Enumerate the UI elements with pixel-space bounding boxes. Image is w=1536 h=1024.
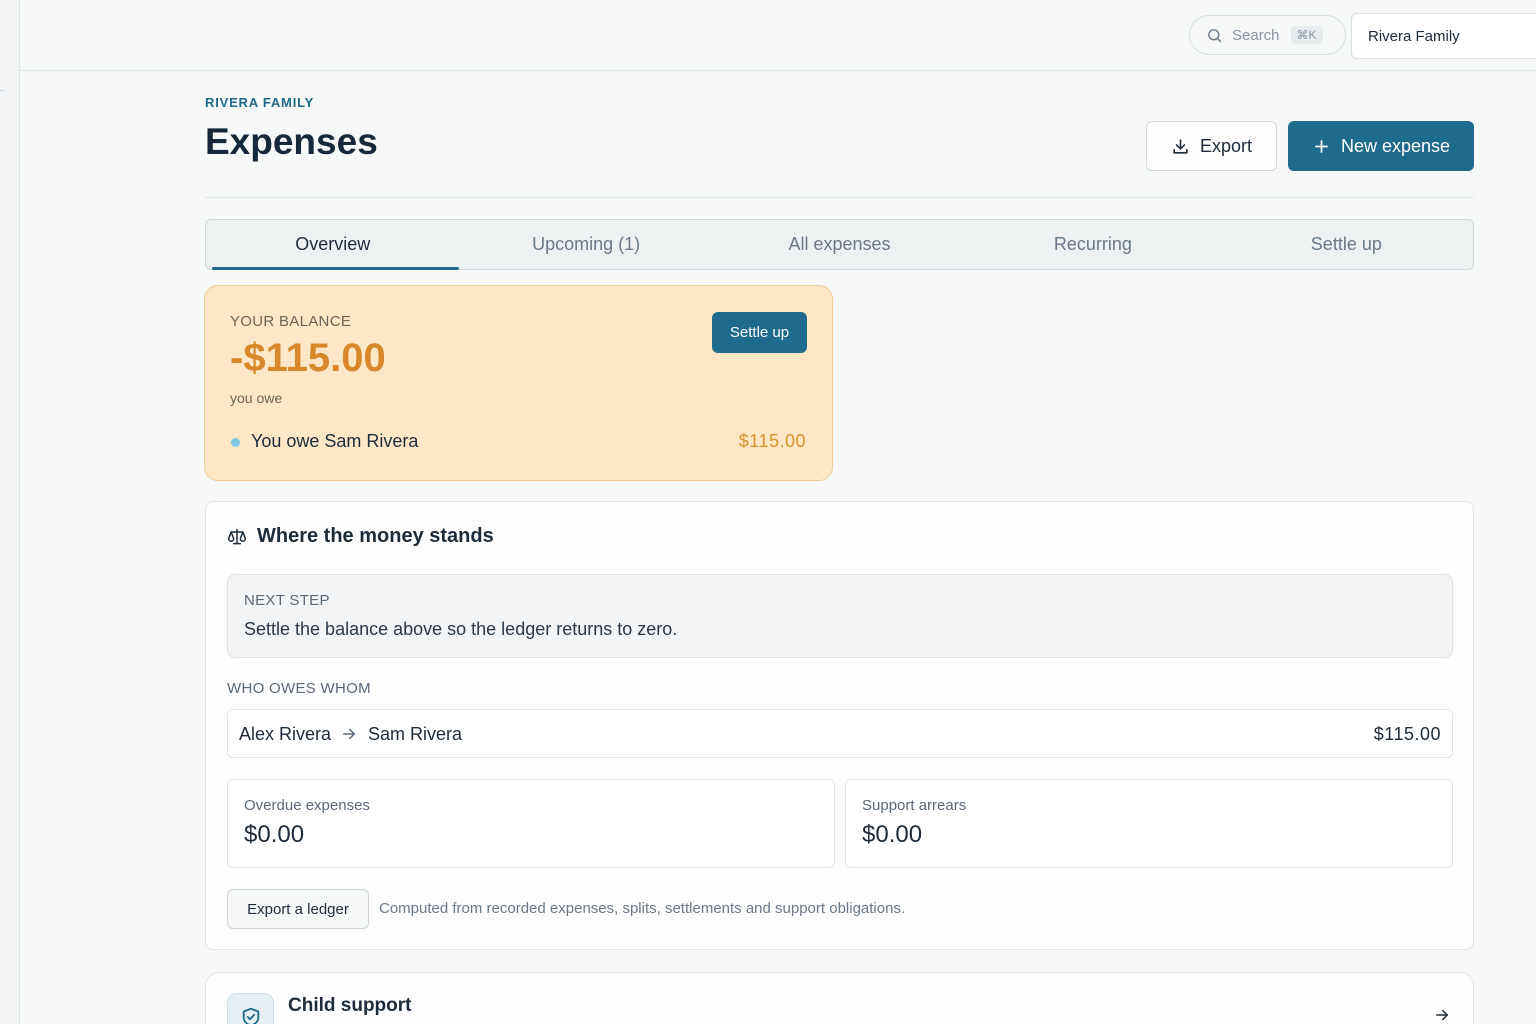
who-owes-row: Alex Rivera Sam Rivera $115.00 <box>227 709 1453 758</box>
shield-icon-wrapper <box>227 993 274 1024</box>
balance-label: YOUR BALANCE <box>230 313 352 330</box>
export-ledger-button[interactable]: Export a ledger <box>227 889 369 929</box>
search-icon <box>1208 28 1222 42</box>
overdue-value: $0.00 <box>244 821 305 848</box>
tab-all-expenses[interactable]: All expenses <box>713 220 966 269</box>
child-support-card[interactable]: Child support <box>205 972 1474 1024</box>
panel-title: Where the money stands <box>257 525 494 547</box>
creditor-name: Sam Rivera <box>368 724 463 744</box>
settle-up-button[interactable]: Settle up <box>712 312 807 353</box>
balance-amount: -$115.00 <box>230 336 386 380</box>
arrow-right-icon <box>1436 1009 1448 1021</box>
page-title: Expenses <box>205 121 378 162</box>
tab-settle-up[interactable]: Settle up <box>1220 220 1473 269</box>
next-step-label: NEXT STEP <box>244 592 330 609</box>
balance-card: YOUR BALANCE -$115.00 you owe Settle up … <box>204 285 833 481</box>
ledger-note: Computed from recorded expenses, splits,… <box>379 900 906 917</box>
who-owes-label: WHO OWES WHOM <box>227 680 371 697</box>
owe-description: You owe Sam Rivera <box>251 431 419 451</box>
left-rail <box>0 0 20 1024</box>
debtor-name: Alex Rivera <box>239 724 332 744</box>
family-selector[interactable]: Rivera Family <box>1351 13 1536 59</box>
download-icon <box>1173 138 1188 154</box>
plus-icon <box>1315 139 1328 153</box>
new-expense-label: New expense <box>1340 135 1451 156</box>
top-bar: Search ⌘K Rivera Family <box>20 0 1536 71</box>
tab-upcoming[interactable]: Upcoming (1) <box>459 220 712 269</box>
arrears-label: Support arrears <box>862 797 967 814</box>
scale-icon <box>227 528 247 544</box>
person-dot-icon <box>231 438 240 447</box>
arrow-right-icon <box>343 728 355 740</box>
tab-recurring[interactable]: Recurring <box>966 220 1219 269</box>
export-button[interactable]: Export <box>1146 121 1277 171</box>
tab-overview[interactable]: Overview <box>206 220 460 270</box>
child-support-title: Child support <box>288 995 412 1016</box>
search-input[interactable]: Search ⌘K <box>1189 15 1346 55</box>
arrears-value: $0.00 <box>862 821 923 848</box>
owe-amount: $115.00 <box>738 431 806 451</box>
page-eyebrow: RIVERA FAMILY <box>205 95 315 110</box>
new-expense-button[interactable]: New expense <box>1288 121 1474 171</box>
overdue-expenses-card: Overdue expenses $0.00 <box>227 779 835 868</box>
tab-bar: Overview Upcoming (1) All expenses Recur… <box>205 219 1474 270</box>
rail-tick <box>0 90 4 91</box>
search-shortcut-badge: ⌘K <box>1290 26 1323 44</box>
search-placeholder: Search <box>1232 26 1280 44</box>
overdue-label: Overdue expenses <box>244 797 370 814</box>
shield-check-icon <box>242 1007 259 1024</box>
header-divider <box>205 197 1474 198</box>
export-button-label: Export <box>1199 135 1253 156</box>
panel-header: Where the money stands <box>227 525 494 548</box>
next-step-text: Settle the balance above so the ledger r… <box>244 619 678 639</box>
next-step-box: NEXT STEP Settle the balance above so th… <box>227 574 1453 658</box>
balance-subtext: you owe <box>230 390 283 406</box>
money-standings-panel: Where the money stands NEXT STEP Settle … <box>205 501 1474 950</box>
owed-amount: $115.00 <box>1373 724 1441 744</box>
support-arrears-card: Support arrears $0.00 <box>845 779 1453 868</box>
